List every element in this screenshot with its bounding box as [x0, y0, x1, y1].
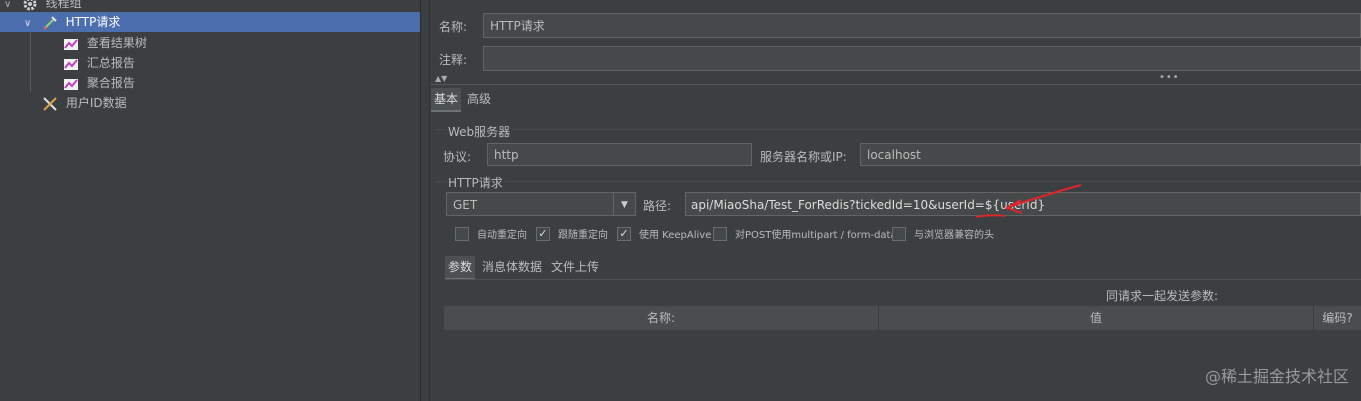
tree-item-aggregate-report[interactable]: 聚合报告: [63, 73, 135, 93]
protocol-label: 协议:: [443, 150, 472, 164]
protocol-field[interactable]: http: [487, 143, 752, 166]
tab-body-data[interactable]: 消息体数据: [479, 256, 545, 278]
tree-item-user-id-data[interactable]: 用户ID数据: [42, 93, 127, 113]
tools-icon: [43, 96, 57, 111]
section-border: [435, 181, 1361, 182]
pipette-icon: [43, 15, 57, 29]
name-field[interactable]: HTTP请求: [483, 13, 1361, 38]
chart-icon: [64, 58, 78, 70]
comment-label: 注释:: [439, 53, 468, 67]
web-server-section-title: Web服务器: [446, 123, 513, 140]
option-follow-redirects[interactable]: ✓ 跟随重定向: [536, 227, 608, 245]
checkbox[interactable]: ✓: [536, 227, 550, 241]
gear-icon: [23, 0, 37, 10]
tab-files-upload[interactable]: 文件上传: [548, 256, 602, 278]
option-auto-redirect[interactable]: 自动重定向: [455, 227, 527, 245]
tree-item-summary-report[interactable]: 汇总报告: [63, 53, 135, 73]
column-header-encode[interactable]: 编码?: [1314, 306, 1361, 330]
tree-item-view-results-tree[interactable]: 查看结果树: [63, 33, 147, 53]
tree-item-label: 线程组: [45, 0, 82, 10]
checkbox[interactable]: [892, 227, 906, 241]
option-label: 自动重定向: [477, 230, 527, 241]
collapse-arrows-icon[interactable]: ▲▼: [435, 74, 447, 83]
comment-field[interactable]: [483, 46, 1361, 71]
watermark: @稀土掘金技术社区: [1204, 367, 1349, 386]
tree-item-http-request[interactable]: ∨ HTTP请求: [0, 12, 420, 32]
option-multipart[interactable]: 对POST使用multipart / form-data: [713, 227, 897, 245]
divider: [445, 279, 1361, 280]
tree-item-label: 聚合报告: [86, 76, 135, 90]
http-request-section-title: HTTP请求: [446, 174, 505, 191]
column-header-name[interactable]: 名称:: [444, 306, 879, 330]
chart-icon: [64, 38, 78, 50]
tree-item-label: 汇总报告: [86, 56, 135, 70]
params-caption: 同请求一起发送参数:: [1106, 289, 1219, 303]
test-plan-tree: ∨ 线程组 ∨ HTTP请求 查看结果树 汇总报告 聚合报告 用户ID数据: [0, 0, 421, 401]
method-select[interactable]: GET ▼: [446, 192, 636, 216]
panel-splitter[interactable]: [421, 0, 430, 401]
tree-item-label: 用户ID数据: [65, 96, 127, 110]
chart-icon: [64, 78, 78, 90]
name-label: 名称:: [439, 20, 468, 34]
option-browser-headers[interactable]: 与浏览器兼容的头: [892, 227, 994, 245]
tree-item-label: HTTP请求: [65, 15, 121, 29]
tab-basic[interactable]: 基本: [431, 88, 462, 112]
option-label: 对POST使用multipart / form-data: [735, 230, 897, 241]
tab-advanced[interactable]: 高级: [464, 88, 494, 110]
red-annotation-arrow: [975, 184, 1082, 218]
option-label: 使用 KeepAlive: [639, 230, 712, 241]
checkbox[interactable]: [713, 227, 727, 241]
section-border: [435, 129, 1361, 130]
path-label: 路径:: [643, 199, 672, 213]
column-header-value[interactable]: 值: [879, 306, 1314, 330]
chevron-down-icon[interactable]: ∨: [24, 14, 38, 34]
divider: [430, 84, 1361, 85]
checkbox[interactable]: ✓: [617, 227, 631, 241]
checkbox[interactable]: [455, 227, 469, 241]
server-name-field[interactable]: localhost: [860, 143, 1361, 166]
server-name-label: 服务器名称或IP:: [760, 150, 847, 164]
chevron-down-icon[interactable]: ▼: [613, 193, 635, 215]
drag-handle-icon[interactable]: •••: [1159, 72, 1180, 83]
option-label: 跟随重定向: [558, 230, 608, 241]
method-select-value: GET: [453, 198, 478, 212]
option-label: 与浏览器兼容的头: [914, 230, 994, 241]
option-keepalive[interactable]: ✓ 使用 KeepAlive: [617, 227, 711, 245]
tree-item-label: 查看结果树: [86, 36, 147, 50]
tab-parameters[interactable]: 参数: [445, 256, 476, 280]
